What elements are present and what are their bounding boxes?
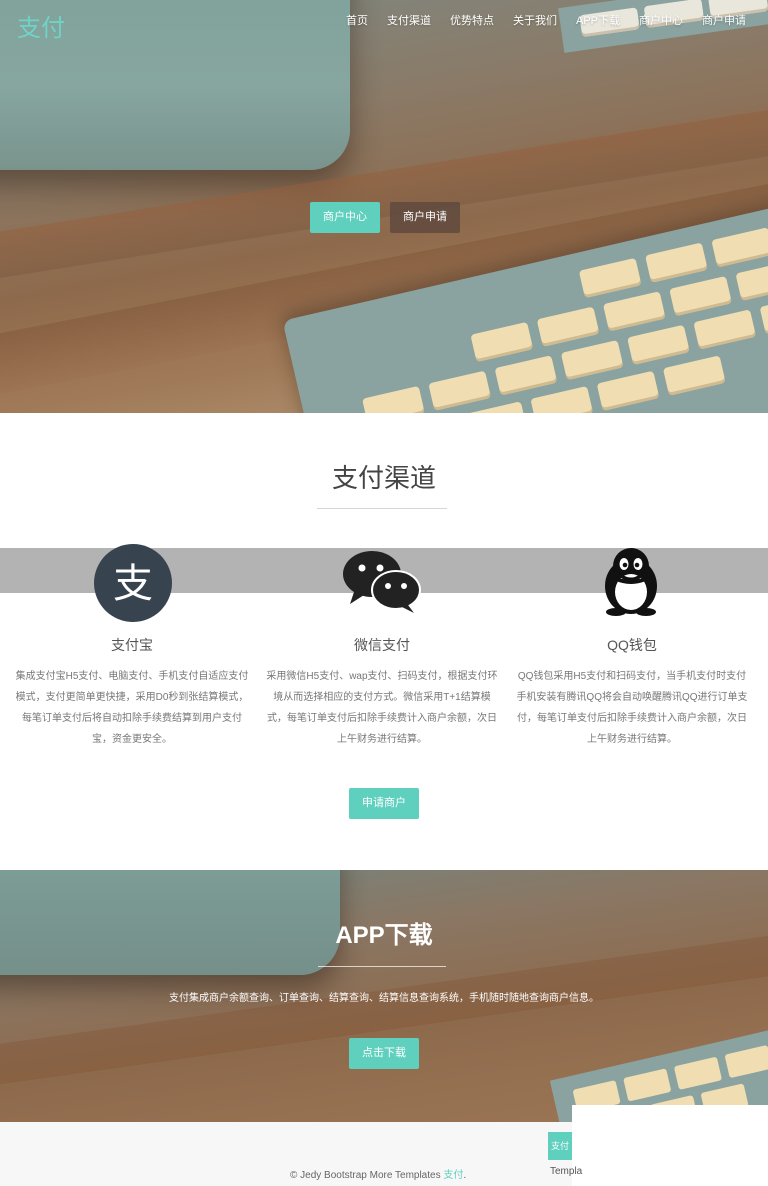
- merchant-center-button[interactable]: 商户中心: [310, 202, 380, 233]
- nav-item-channels[interactable]: 支付渠道: [387, 12, 431, 28]
- footer-copyright: © Jedy Bootstrap More Templates 支付.: [290, 1166, 466, 1181]
- channels-divider: [317, 508, 447, 509]
- torn-edge-overlay: [572, 1105, 768, 1186]
- footer-copyright-text: © Jedy Bootstrap More Templates: [290, 1170, 444, 1181]
- footer-period: .: [463, 1170, 467, 1181]
- footer-link[interactable]: 支付: [443, 1170, 463, 1181]
- channel-alipay-desc: 集成支付宝H5支付、电脑支付、手机支付自适应支付模式，支付更简单更快捷，采用D0…: [15, 671, 249, 745]
- footer-tag[interactable]: 支付: [548, 1132, 572, 1160]
- nav-item-home[interactable]: 首页: [346, 12, 368, 28]
- wechat-icon: [342, 550, 422, 619]
- top-nav: 支付 首页 支付渠道 优势特点 关于我们 APP下载 商户中心 商户申请: [0, 0, 768, 43]
- nav-item-merchant-center[interactable]: 商户中心: [639, 12, 683, 28]
- nav-item-about[interactable]: 关于我们: [513, 12, 557, 28]
- channel-wechat-name: 微信支付: [354, 637, 410, 653]
- nav-item-app-download[interactable]: APP下载: [576, 12, 620, 28]
- channel-qq-name: QQ钱包: [607, 637, 657, 653]
- apply-merchant-button[interactable]: 申请商户: [349, 788, 419, 819]
- channels-title: 支付渠道: [331, 463, 436, 493]
- channel-wechat-desc: 采用微信H5支付、wap支付、扫码支付，根据支付环境从而选择相应的支付方式。微信…: [266, 671, 498, 745]
- merchant-apply-button[interactable]: 商户申请: [390, 202, 460, 233]
- channel-alipay-name: 支付宝: [111, 637, 153, 653]
- nav-item-features[interactable]: 优势特点: [450, 12, 494, 28]
- brand-logo[interactable]: 支付: [17, 8, 65, 43]
- app-download-title: APP下载: [335, 922, 433, 949]
- app-divider: [318, 966, 446, 967]
- nav-menu: 首页 支付渠道 优势特点 关于我们 APP下载 商户中心 商户申请: [327, 12, 746, 28]
- qq-penguin-icon: [600, 546, 662, 621]
- app-description: 支付集成商户余额查询、订单查询、结算查询、结算信息查询系统，手机随时随地查询商户…: [169, 993, 599, 1004]
- alipay-icon: 支: [94, 544, 172, 627]
- footer-right-text: Templa: [550, 1166, 583, 1177]
- download-button[interactable]: 点击下载: [349, 1038, 419, 1069]
- hero-actions: 商户中心 商户申请: [310, 202, 460, 233]
- channel-qq-desc: QQ钱包采用H5支付和扫码支付，当手机支付时支付手机安装有腾讯QQ将会自动唤醒腾…: [516, 671, 748, 745]
- nav-item-merchant-apply[interactable]: 商户申请: [702, 12, 746, 28]
- svg-text:支: 支: [113, 561, 153, 607]
